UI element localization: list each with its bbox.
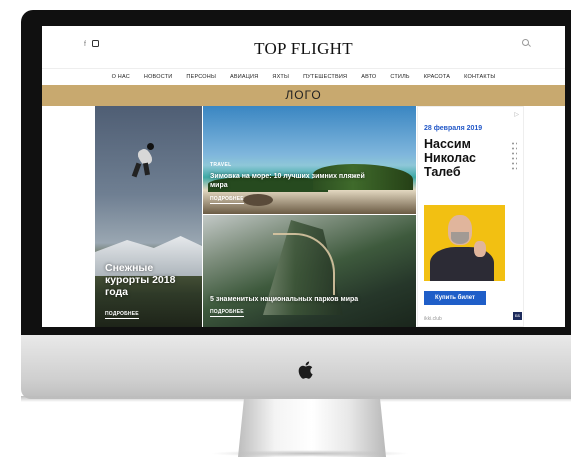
article-card-ski-resorts[interactable]: Снежные курорты 2018 года ПОДРОБНЕЕ (95, 106, 202, 327)
rock-image (243, 194, 273, 206)
nav-item-yachts[interactable]: ЯХТЫ (272, 74, 289, 80)
nav-item-beauty[interactable]: КРАСОТА (424, 74, 450, 80)
event-date: 28 февраля 2019 (424, 125, 483, 132)
nav-item-about[interactable]: О НАС (112, 74, 130, 80)
ad-corner-badge: ББ (513, 312, 522, 320)
search-icon[interactable] (522, 39, 529, 46)
skier-image (129, 141, 159, 181)
nav-item-contacts[interactable]: КОНТАКТЫ (464, 74, 495, 80)
nav-item-news[interactable]: НОВОСТИ (144, 74, 173, 80)
article-card-national-parks[interactable]: 5 знаменитых национальных парков мира ПО… (203, 215, 416, 327)
main-nav: О НАС НОВОСТИ ПЕРСОНЫ АВИАЦИЯ ЯХТЫ ПУТЕШ… (42, 68, 565, 85)
article-card-winter-beaches[interactable]: TRAVEL Зимовка на море: 10 лучших зимних… (203, 106, 416, 214)
buy-ticket-button[interactable]: Купить билет (424, 291, 486, 305)
ad-source: ikki.club (424, 316, 442, 322)
speaker-photo (424, 205, 505, 281)
screen: f TOP FLIGHT О НАС НОВОСТИ ПЕРСОНЫ АВИАЦ… (42, 26, 565, 327)
read-more-link[interactable]: ПОДРОБНЕЕ (210, 309, 244, 317)
site-header: f TOP FLIGHT (42, 26, 565, 68)
monitor-stand (238, 399, 386, 457)
category-tag[interactable]: TRAVEL (210, 162, 231, 168)
card-title[interactable]: 5 знаменитых национальных парков мира (210, 296, 358, 303)
nav-item-aviation[interactable]: АВИАЦИЯ (230, 74, 258, 80)
nav-item-auto[interactable]: АВТО (361, 74, 376, 80)
ad-banner[interactable]: ▷ 28 февраля 2019 Нассим Николас Талеб К… (417, 106, 524, 327)
card-title[interactable]: Снежные курорты 2018 года (105, 262, 175, 298)
speaker-name: Нассим Николас Талеб (424, 137, 476, 179)
nav-item-persons[interactable]: ПЕРСОНЫ (186, 74, 216, 80)
card-title[interactable]: Зимовка на море: 10 лучших зимних пляжей… (210, 172, 410, 190)
read-more-link[interactable]: ПОДРОБНЕЕ (210, 196, 244, 204)
nav-item-travel[interactable]: ПУТЕШЕСТВИЯ (303, 74, 347, 80)
stand-shadow (210, 450, 410, 457)
logo-banner: ЛОГО (42, 85, 565, 106)
nav-item-style[interactable]: СТИЛЬ (390, 74, 409, 80)
apple-logo-icon (298, 361, 313, 379)
dots-decoration (511, 141, 517, 171)
ad-choices-icon[interactable]: ▷ (514, 111, 519, 118)
site-logo[interactable]: TOP FLIGHT (42, 39, 565, 59)
read-more-link[interactable]: ПОДРОБНЕЕ (105, 311, 139, 319)
